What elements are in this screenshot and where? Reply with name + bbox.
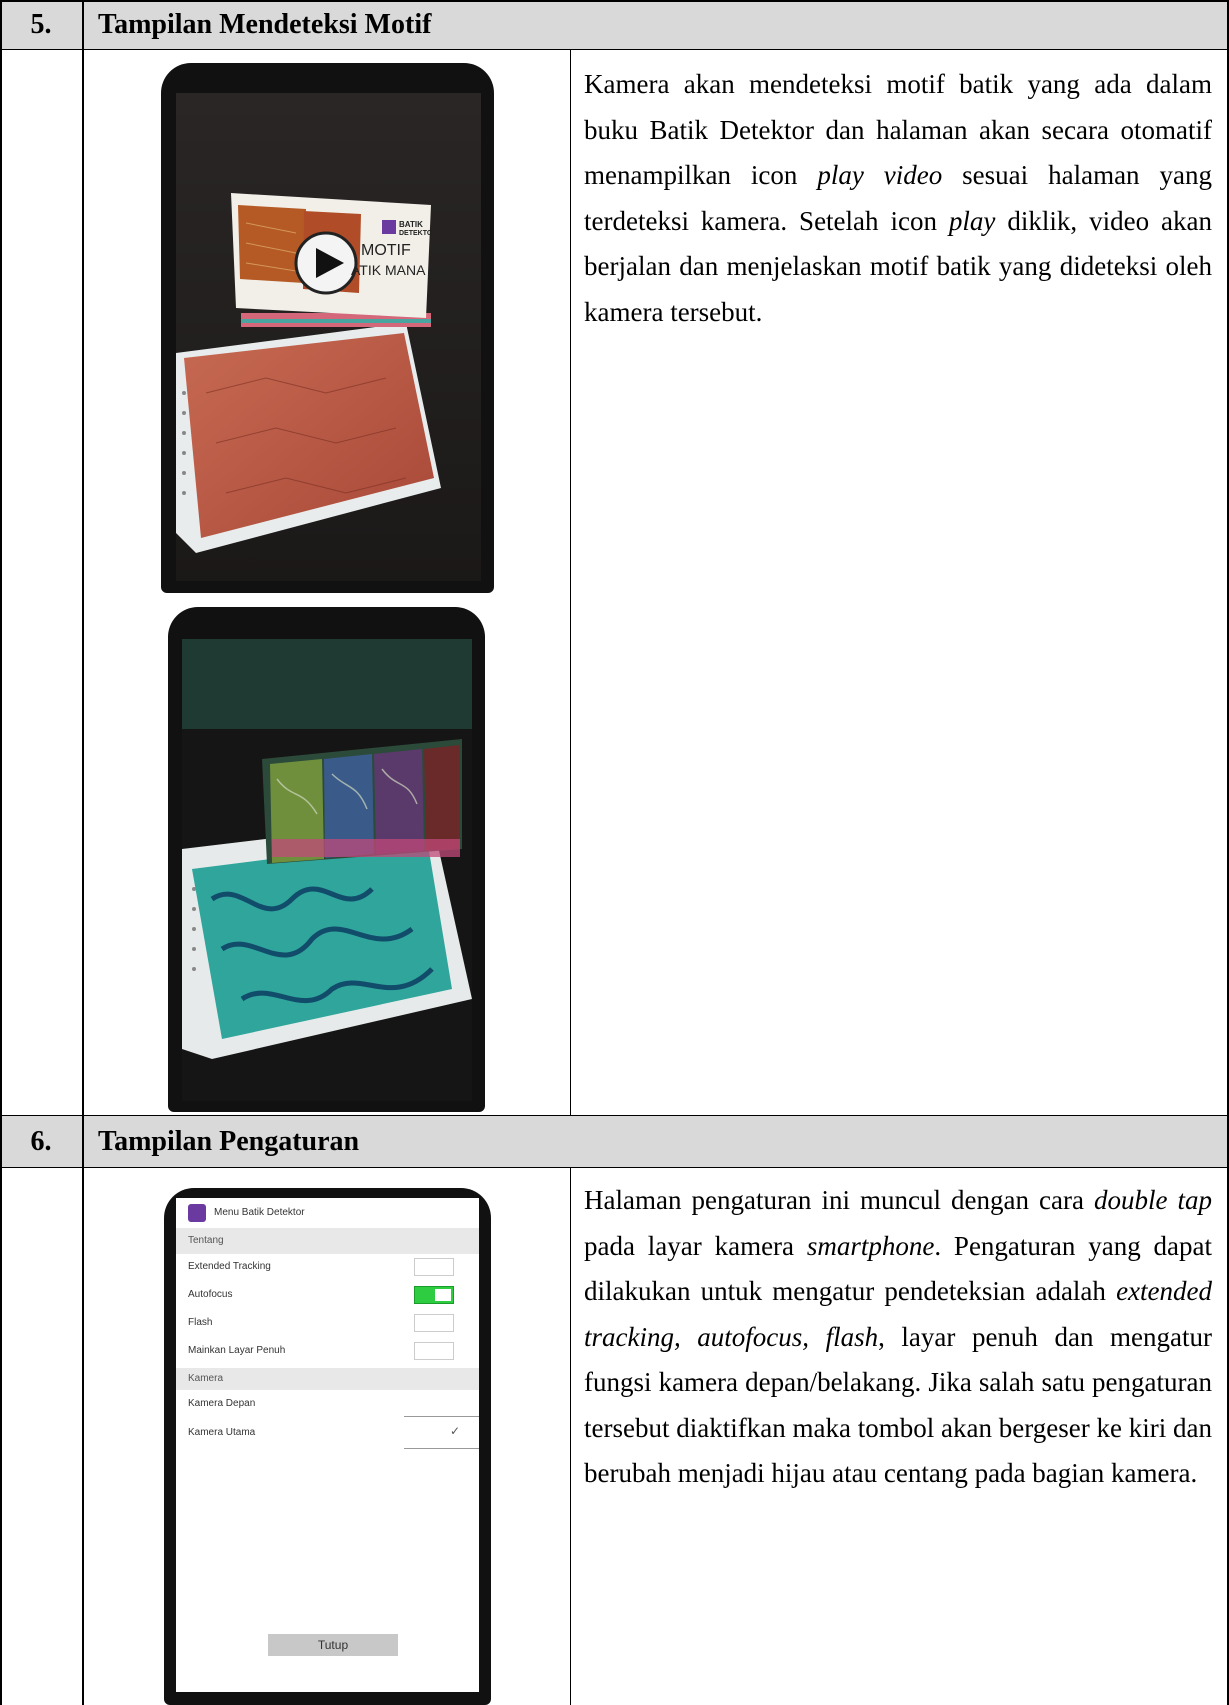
content-column-divider bbox=[570, 50, 571, 1116]
ar-scene: BATIK DETEKTOR MOTIF ATIK MANA INI? bbox=[176, 93, 481, 581]
row-description: Halaman pengaturan ini muncul dengan car… bbox=[584, 1178, 1212, 1497]
row-title: Tampilan Pengaturan bbox=[98, 1126, 360, 1157]
setting-label: Extended Tracking bbox=[188, 1261, 271, 1272]
svg-text:BATIK: BATIK bbox=[399, 220, 423, 229]
row-divider bbox=[0, 1115, 1229, 1116]
menu-title: Menu Batik Detektor bbox=[214, 1207, 305, 1218]
svg-text:MOTIF: MOTIF bbox=[361, 242, 411, 259]
setting-label: Flash bbox=[188, 1317, 213, 1328]
phone-screenshot-ar-motif bbox=[168, 607, 485, 1112]
ar-scene bbox=[182, 639, 472, 1101]
phone-screenshot-settings: Menu Batik Detektor Tentang Extended Tra… bbox=[164, 1188, 491, 1705]
italic-term: play video bbox=[817, 160, 943, 190]
italic-term: smartphone bbox=[806, 1230, 935, 1261]
camera-option-label: Kamera Depan bbox=[188, 1398, 256, 1409]
settings-menu: Menu Batik Detektor Tentang Extended Tra… bbox=[176, 1198, 479, 1692]
content-column-divider bbox=[570, 1168, 571, 1705]
table-border-top bbox=[0, 0, 1229, 2]
setting-label: Autofocus bbox=[188, 1289, 233, 1300]
autofocus-toggle[interactable] bbox=[414, 1286, 454, 1304]
menu-header: Menu Batik Detektor bbox=[176, 1198, 479, 1228]
text-span: Halaman pengaturan ini muncul dengan car… bbox=[584, 1185, 1094, 1215]
italic-term: double tap bbox=[1093, 1185, 1212, 1215]
extended-tracking-toggle[interactable] bbox=[414, 1258, 454, 1276]
phone-screenshot-ar-video: BATIK DETEKTOR MOTIF ATIK MANA INI? bbox=[161, 63, 494, 593]
check-mark-icon: ✓ bbox=[450, 1424, 461, 1438]
app-logo-icon bbox=[188, 1204, 206, 1222]
camera-view: BATIK DETEKTOR MOTIF ATIK MANA INI? bbox=[176, 93, 481, 581]
text-span: pada layar kamera bbox=[584, 1230, 807, 1261]
section-about[interactable]: Tentang bbox=[176, 1228, 479, 1254]
camera-option-main[interactable]: Kamera Utama bbox=[176, 1420, 479, 1446]
number-column-divider bbox=[82, 0, 84, 1705]
camera-option-front[interactable]: Kamera Depan bbox=[176, 1391, 479, 1417]
camera-divider bbox=[404, 1416, 479, 1417]
camera-divider bbox=[404, 1448, 479, 1449]
row-divider bbox=[0, 1167, 1229, 1168]
row-number: 5. bbox=[30, 9, 52, 40]
close-button[interactable]: Tutup bbox=[268, 1634, 398, 1656]
setting-label: Mainkan Layar Penuh bbox=[188, 1345, 286, 1356]
flash-toggle[interactable] bbox=[414, 1314, 454, 1332]
row-title: Tampilan Mendeteksi Motif bbox=[98, 9, 432, 40]
row-description: Kamera akan mendeteksi motif batik yang … bbox=[584, 62, 1212, 335]
camera-view bbox=[182, 639, 472, 1101]
italic-term: play bbox=[948, 205, 996, 236]
table-border-left bbox=[0, 0, 2, 1705]
svg-text:ATIK MANA INI?: ATIK MANA INI? bbox=[351, 262, 454, 278]
row-divider bbox=[0, 49, 1229, 50]
row-number: 6. bbox=[30, 1126, 52, 1157]
camera-option-label: Kamera Utama bbox=[188, 1427, 256, 1438]
svg-text:DETEKTOR: DETEKTOR bbox=[399, 230, 437, 237]
fullscreen-toggle[interactable] bbox=[414, 1342, 454, 1360]
section-camera: Kamera bbox=[176, 1368, 479, 1390]
